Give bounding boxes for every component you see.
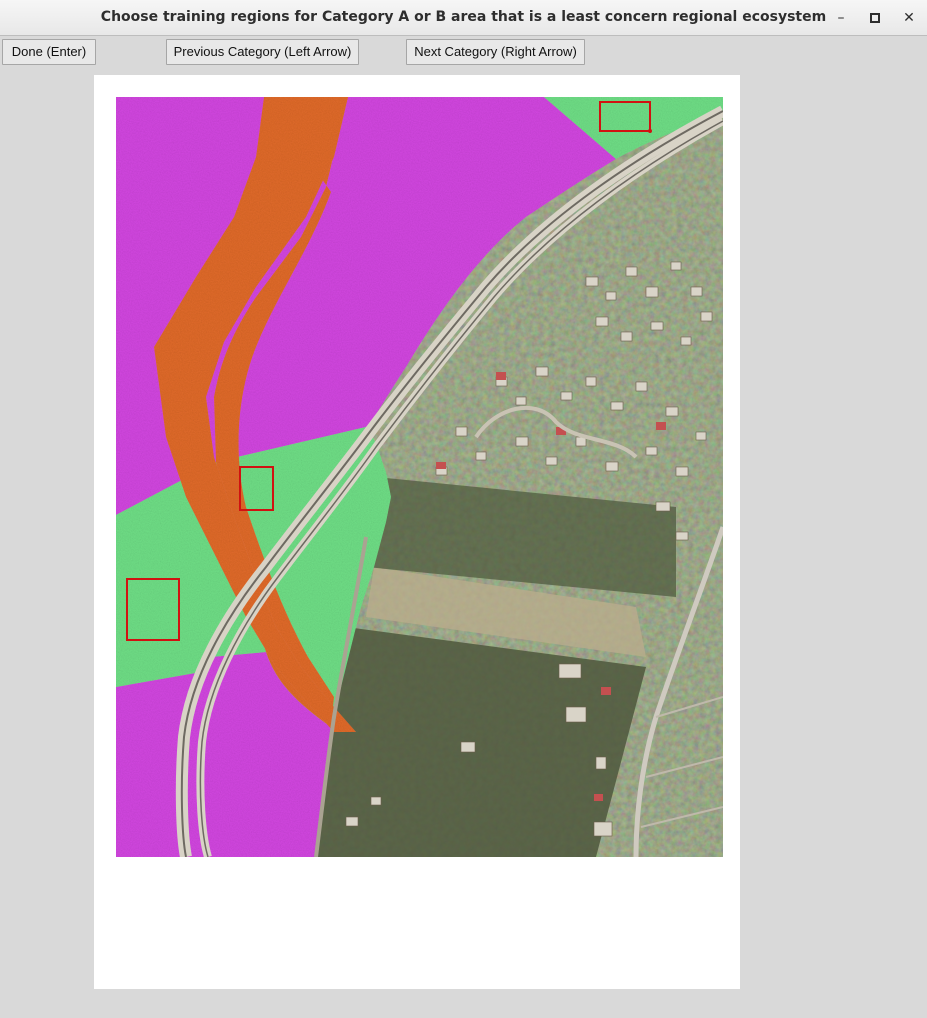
maximize-icon[interactable] [865,8,885,28]
map-svg[interactable] [116,97,726,859]
selection-handle[interactable] [648,129,652,133]
title-bar: Choose training regions for Category A o… [0,0,927,36]
window-title: Choose training regions for Category A o… [100,9,827,25]
close-icon[interactable]: ✕ [899,8,919,28]
aerial-map[interactable] [116,97,726,859]
next-category-button[interactable]: Next Category (Right Arrow) [406,39,585,65]
previous-category-button[interactable]: Previous Category (Left Arrow) [166,39,359,65]
minimize-icon[interactable]: – [831,8,851,28]
done-button[interactable]: Done (Enter) [2,39,96,65]
